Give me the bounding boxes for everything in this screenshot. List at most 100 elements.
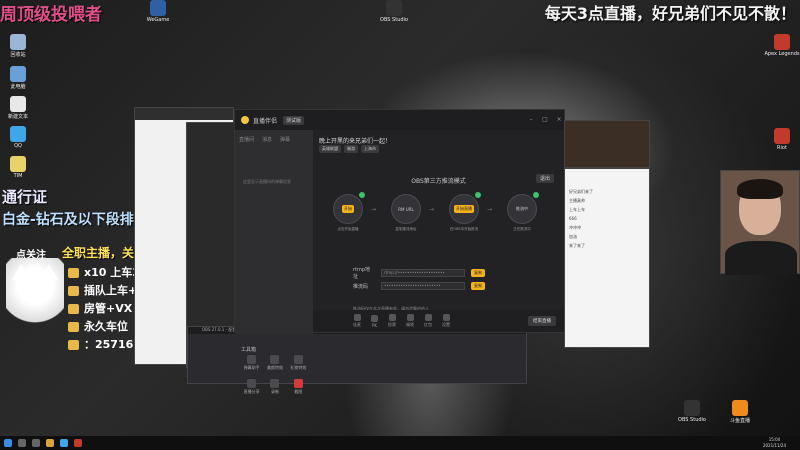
document-icon	[10, 96, 26, 112]
tool-gift[interactable]: 礼物特效	[288, 355, 309, 371]
live-sidebar: 直播间 消息 弹幕 这里显示直播间的弹幕信息	[235, 130, 313, 334]
rtmp-row: rtmp地址 rtmp://•••••••••••••••••••• 复制	[353, 266, 485, 280]
step-4: 推流中 正在推流中	[505, 192, 539, 232]
chat-item: 好兄弟们来了	[569, 189, 593, 194]
tool-record[interactable]: 录制	[264, 379, 285, 395]
search-icon[interactable]	[18, 439, 26, 447]
desktop-icon-apex[interactable]: Apex Legends	[764, 34, 800, 57]
tab-messages[interactable]: 消息	[262, 136, 272, 143]
gear-icon	[442, 314, 450, 321]
check-icon	[359, 192, 365, 198]
qq-taskbar-icon[interactable]	[60, 439, 68, 447]
desktop-icon-recycle-bin[interactable]: 回收站	[0, 34, 36, 58]
tool-vote[interactable]: 投票	[388, 314, 396, 328]
desktop-icon-text-file[interactable]: 新建文本	[0, 96, 36, 120]
obs-steps: 开始 点击开始直播 → RM URL 复制推流地址 → 开始直播 在OBS中开始…	[331, 192, 547, 254]
top-feeder-banner: 周顶级投喂者	[0, 5, 102, 25]
tool-share[interactable]: 直播分享	[241, 379, 262, 395]
maximize-icon[interactable]: □	[540, 116, 550, 124]
tool-lucky-bag[interactable]: 福袋	[406, 314, 414, 328]
obs-window[interactable]: OBS 27.0.1 - 配置文件: 未命名 - 场景: 未命名	[187, 326, 527, 384]
chat-item: 加油	[569, 234, 577, 239]
desktop-icon-obs-top[interactable]: OBS Studio	[376, 0, 412, 23]
coin-icon	[68, 304, 79, 314]
tool-screenshot[interactable]: 截图	[288, 379, 309, 395]
wegame-icon	[150, 0, 166, 16]
gift-icon	[293, 355, 303, 364]
toolbox-grid: 弹幕助手 美颜特效 礼物特效 直播分享 录制 截图	[241, 355, 309, 395]
bag-icon	[406, 314, 414, 321]
exit-mode-button[interactable]: 退出	[535, 174, 554, 183]
obs-icon	[386, 0, 402, 16]
stream-tag[interactable]: 上海市	[361, 145, 379, 153]
desktop-icon-tim[interactable]: TIM	[0, 156, 36, 179]
anchor-preview-window[interactable]	[564, 120, 650, 168]
start-icon[interactable]	[4, 439, 12, 447]
live-main-panel: 晚上开黑的来兄弟们一起！ 英雄联盟 端游 上海市 OBS第三方推流模式 退出 开…	[313, 130, 564, 332]
danmaku-hint: 这里显示直播间的弹幕信息	[243, 179, 291, 184]
stream-key-field[interactable]: ••••••••••••••••••••••••	[381, 282, 465, 290]
minimize-icon[interactable]: –	[526, 116, 536, 124]
desktop-icon-obs-studio[interactable]: OBS Studio	[674, 400, 710, 423]
record-icon	[270, 379, 280, 388]
apex-icon	[774, 34, 790, 50]
app-logo-icon	[241, 116, 249, 124]
stream-title[interactable]: 晚上开黑的来兄弟们一起！	[319, 136, 391, 145]
copy-rtmp-button[interactable]: 复制	[471, 269, 485, 277]
tool-red-packet[interactable]: 红包	[424, 314, 432, 328]
obs-icon	[684, 400, 700, 416]
end-stream-button[interactable]: 结束直播	[528, 316, 556, 326]
rtmp-label: rtmp地址	[353, 267, 371, 280]
webcam-overlay	[720, 170, 800, 275]
streamer-hair	[737, 179, 783, 199]
arrow-icon: →	[429, 206, 435, 213]
chat-item: 上车上车	[569, 207, 585, 212]
desktop-icon-wegame[interactable]: WeGame	[140, 0, 176, 23]
desktop-icon-qq[interactable]: QQ	[0, 126, 36, 149]
rtmp-field[interactable]: rtmp://••••••••••••••••••••	[381, 269, 465, 277]
douyu-icon	[732, 400, 748, 416]
red-packet-icon	[424, 314, 432, 321]
tab-danmaku[interactable]: 弹幕	[280, 136, 290, 143]
step-2: RM URL 复制推流地址	[389, 194, 423, 232]
close-icon[interactable]: ×	[554, 116, 564, 124]
desktop-icon-riot[interactable]: Riot	[764, 128, 800, 151]
riot-icon	[774, 128, 790, 144]
coin-icon	[68, 322, 79, 332]
qq-icon	[10, 126, 26, 142]
check-icon	[475, 192, 481, 198]
cat-mascot-image	[6, 258, 64, 338]
tool-settings[interactable]: 设置	[442, 314, 450, 328]
tool-beauty[interactable]: 美颜特效	[264, 355, 285, 371]
chat-item: 来了来了	[569, 243, 585, 248]
system-clock[interactable]: 15:04 2021/11/24	[763, 437, 786, 449]
explorer-icon[interactable]	[46, 439, 54, 447]
danmaku-icon	[247, 355, 257, 364]
pk-icon	[371, 314, 378, 322]
tool-link-mic[interactable]: 连麦	[353, 314, 361, 328]
app-taskbar-icon[interactable]	[74, 439, 82, 447]
chat-item: 冲冲冲	[569, 225, 581, 230]
coin-icon	[68, 286, 79, 296]
tab-room[interactable]: 直播间	[239, 136, 254, 143]
live-companion-window[interactable]: 直播伴侣 测试版 – □ × 直播间 消息 弹幕 这里显示直播间的弹幕信息 工具…	[234, 109, 565, 394]
chat-item: 666	[569, 216, 577, 221]
beauty-icon	[270, 355, 280, 364]
coin-icon	[68, 340, 79, 350]
stream-tag[interactable]: 端游	[344, 145, 358, 153]
mic-icon	[353, 314, 361, 321]
desktop-icon-douyu[interactable]: 斗鱼直播	[722, 400, 758, 424]
step-1: 开始 点击开始直播	[331, 192, 365, 232]
chat-panel-window[interactable]: 好兄弟们来了 主播真帅 上车上车 666 冲冲冲 加油 来了来了	[564, 168, 650, 348]
taskbar: 15:04 2021/11/24	[0, 436, 800, 450]
toolbox-label: 工具箱	[241, 347, 257, 353]
vote-icon	[388, 314, 396, 321]
desktop-icon-this-pc[interactable]: 此电脑	[0, 66, 36, 90]
copy-key-button[interactable]: 复制	[471, 282, 485, 290]
stream-tag[interactable]: 英雄联盟	[319, 145, 341, 153]
stream-key-label: 推流码	[353, 283, 369, 290]
tool-pk[interactable]: PK	[371, 314, 378, 328]
task-view-icon[interactable]	[32, 439, 40, 447]
tool-danmaku[interactable]: 弹幕助手	[241, 355, 262, 371]
stream-key-row: 推流码 •••••••••••••••••••••••• 复制	[353, 282, 485, 290]
